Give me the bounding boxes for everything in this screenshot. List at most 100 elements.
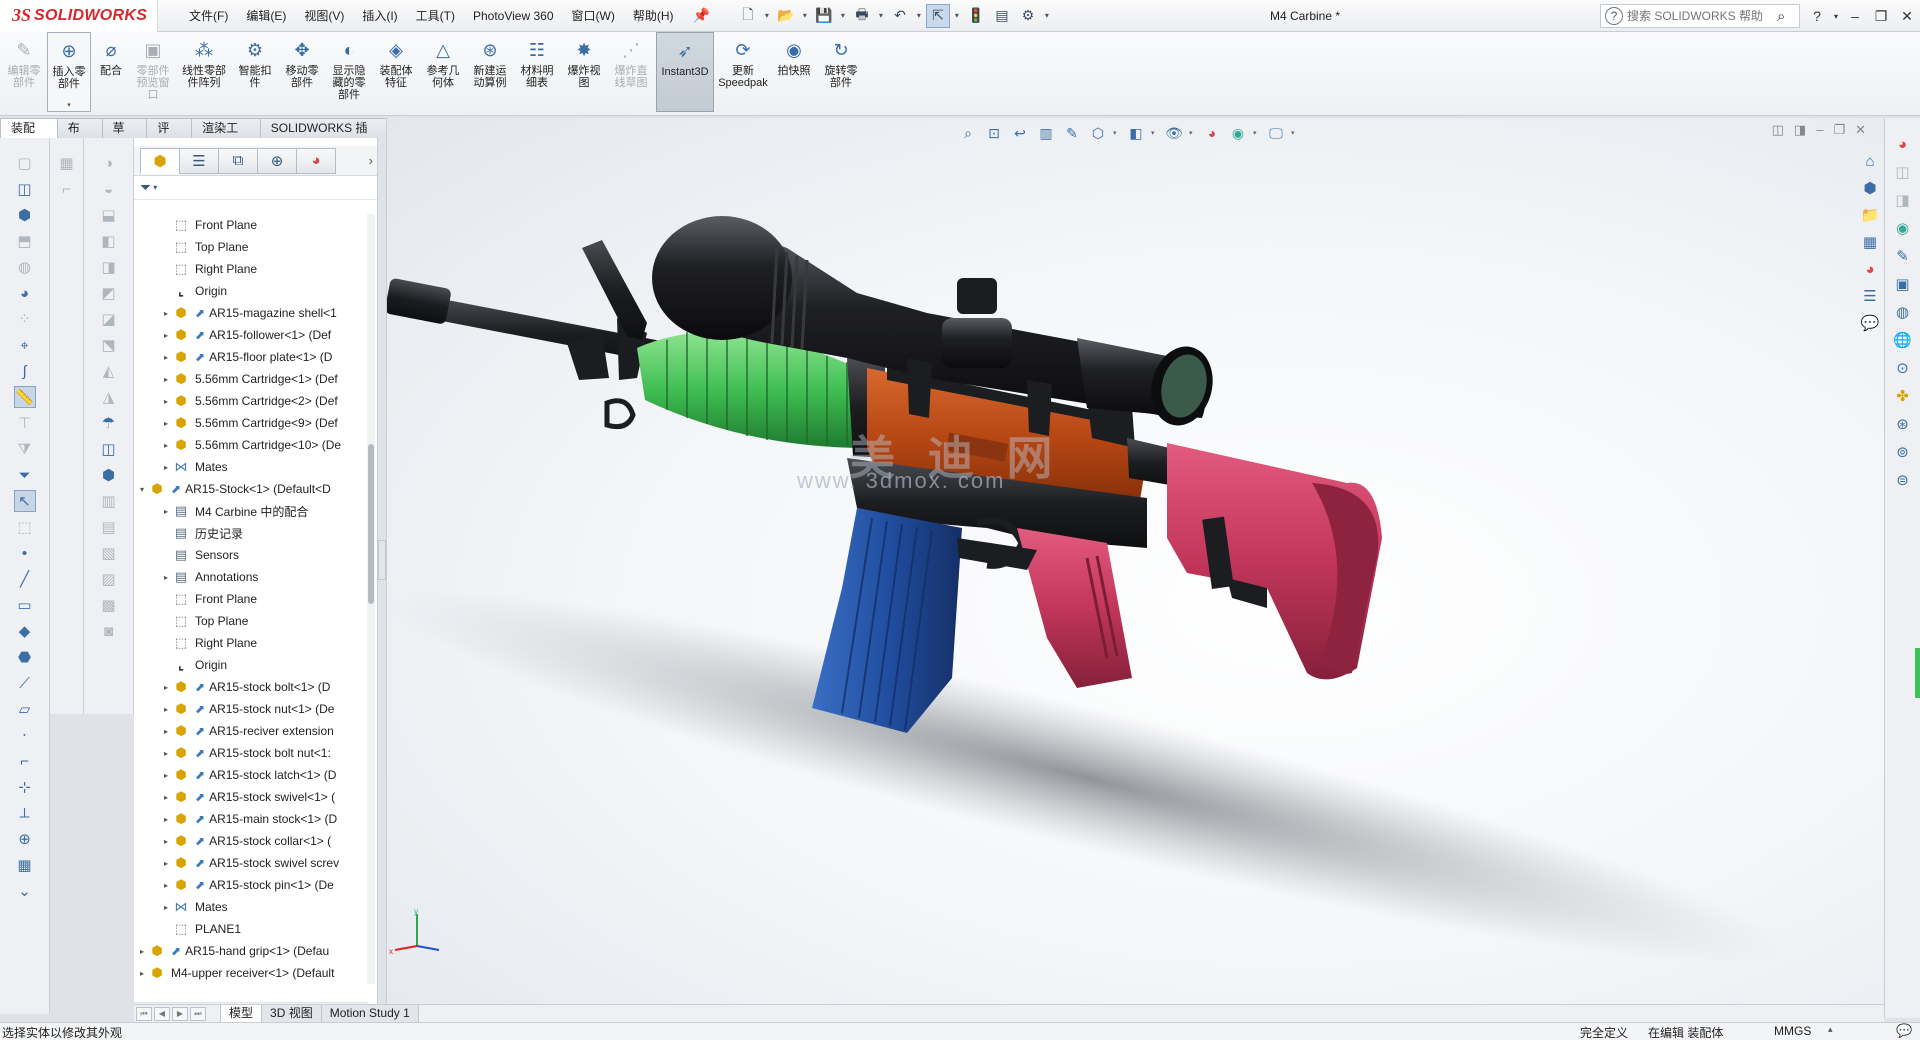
tree-expander-icon[interactable]: ▾ bbox=[136, 485, 148, 494]
feature-icon-14[interactable]: ▥ bbox=[98, 490, 120, 512]
component-icon[interactable]: ◫ bbox=[14, 178, 36, 200]
panel-splitter[interactable] bbox=[378, 540, 386, 580]
hide-show-dropdown-icon[interactable]: ▾ bbox=[1189, 122, 1197, 144]
undo-icon[interactable]: ↶ bbox=[888, 4, 912, 28]
step-icon[interactable]: ⌐ bbox=[56, 178, 78, 200]
apply-scene-icon[interactable]: ◉ bbox=[1227, 122, 1249, 144]
vertex-icon[interactable]: ⋅ bbox=[14, 724, 36, 746]
tree-node[interactable]: ▸ ⬢ ⬈ AR15-stock nut<1> (De bbox=[160, 698, 334, 720]
options-dropdown-icon[interactable]: ▾ bbox=[1042, 11, 1052, 20]
edit-appearance-icon[interactable]: ◕ bbox=[1201, 122, 1223, 144]
save-dropdown-icon[interactable]: ▾ bbox=[838, 11, 848, 20]
face-icon[interactable]: ◆ bbox=[14, 620, 36, 642]
extrude-icon[interactable]: ⬒ bbox=[14, 230, 36, 252]
tree-expander-icon[interactable]: ▸ bbox=[136, 947, 148, 956]
rebuild-icon[interactable]: 🚦 bbox=[964, 4, 988, 28]
plane-icon[interactable]: ▱ bbox=[14, 698, 36, 720]
tab-3d-views[interactable]: 3D 视图 bbox=[261, 1004, 322, 1023]
tree-node[interactable]: ▸ ⬢ 5.56mm Cartridge<9> (Def bbox=[160, 412, 338, 434]
feature-icon-3[interactable]: ⬓ bbox=[98, 204, 120, 226]
tree-node[interactable]: ▾ ⬢ ⬈ AR15-Stock<1> (Default<D bbox=[136, 478, 331, 500]
tree-node[interactable]: ▸ ▤ Annotations bbox=[160, 566, 258, 588]
tree-expander-icon[interactable]: ▸ bbox=[160, 815, 172, 824]
prev-tab-icon[interactable]: ◀ bbox=[154, 1006, 170, 1021]
cmd-button-7[interactable]: ◐ 显示隐 藏的零 部件 bbox=[327, 32, 371, 112]
filter-dropdown-icon[interactable]: ▾ bbox=[153, 183, 157, 192]
umbrella-icon[interactable]: ☂ bbox=[98, 412, 120, 434]
tree-node[interactable]: ▸ ⬢ ⬈ AR15-stock latch<1> (D bbox=[160, 764, 336, 786]
zoom-to-area-icon[interactable]: ⊡ bbox=[983, 122, 1005, 144]
tree-node[interactable]: ▸ ⬢ ⬈ AR15-stock pin<1> (De bbox=[160, 874, 334, 896]
insert-components-dropdown-icon[interactable]: ▾ bbox=[67, 101, 71, 109]
zoom-to-fit-icon[interactable]: ⌕ bbox=[957, 122, 979, 144]
tree-expander-icon[interactable]: ▸ bbox=[160, 881, 172, 890]
menu-tools[interactable]: 工具(T) bbox=[407, 0, 464, 32]
status-units[interactable]: MMGS bbox=[1774, 1024, 1811, 1038]
feature-icon-2[interactable]: ◒ bbox=[98, 178, 120, 200]
command-tab-4[interactable]: 渲染工具 bbox=[191, 118, 261, 154]
tree-node[interactable]: ⬚ Right Plane bbox=[160, 632, 257, 654]
command-tab-0[interactable]: 装配体 bbox=[0, 118, 58, 154]
property-manager-tab-icon[interactable]: ☰ bbox=[179, 147, 219, 174]
menu-file[interactable]: 文件(F) bbox=[180, 0, 237, 32]
grid-icon[interactable]: ▦ bbox=[56, 152, 78, 174]
tab-model[interactable]: 模型 bbox=[220, 1004, 263, 1023]
tree-node[interactable]: ▸ ⬢ 5.56mm Cartridge<10> (De bbox=[160, 434, 341, 456]
solidworks-logo[interactable]: 3S SOLIDWORKS bbox=[0, 0, 158, 32]
tree-expander-icon[interactable]: ▸ bbox=[160, 683, 172, 692]
help-dropdown-icon[interactable]: ▾ bbox=[1830, 12, 1842, 21]
ruler-icon[interactable]: 📏 bbox=[13, 386, 36, 408]
edge-icon[interactable]: ⌐ bbox=[14, 750, 36, 772]
tree-node[interactable]: ⬚ Front Plane bbox=[160, 214, 257, 236]
tree-expander-icon[interactable]: ▸ bbox=[160, 507, 172, 516]
tree-expander-icon[interactable]: ▸ bbox=[160, 463, 172, 472]
sketch-icon[interactable]: ▢ bbox=[14, 152, 36, 174]
tree-expander-icon[interactable]: ▸ bbox=[160, 375, 172, 384]
revolve-icon[interactable]: ◍ bbox=[14, 256, 36, 278]
tree-node[interactable]: ▸ ⬢ ⬈ AR15-stock bolt nut<1: bbox=[160, 742, 331, 764]
view-settings-icon[interactable]: 🖵 bbox=[1265, 122, 1287, 144]
reference-icon[interactable]: ⌖ bbox=[14, 334, 36, 356]
feature-icon-4[interactable]: ◧ bbox=[98, 230, 120, 252]
cmd-button-5[interactable]: ⚙ 智能扣 件 bbox=[233, 32, 277, 112]
tree-filter[interactable]: ⏷ ▾ bbox=[134, 176, 377, 200]
tree-scroll-thumb[interactable] bbox=[368, 444, 374, 604]
cmd-button-2[interactable]: ⌀ 配合 bbox=[94, 32, 128, 112]
tree-expander-icon[interactable]: ▸ bbox=[160, 309, 172, 318]
tree-node[interactable]: ⌞ Origin bbox=[160, 280, 227, 302]
viewport-restore-icon[interactable]: ❐ bbox=[1833, 122, 1845, 138]
cmd-button-9[interactable]: △ 参考几 何体 bbox=[421, 32, 465, 112]
display-style-dropdown-icon[interactable]: ▾ bbox=[1151, 122, 1159, 144]
tree-expander-icon[interactable]: ▸ bbox=[160, 859, 172, 868]
solidworks-resources-icon[interactable]: ◕ bbox=[1891, 132, 1915, 156]
feature-icon-8[interactable]: ⬔ bbox=[98, 334, 120, 356]
tree-node[interactable]: ▸ ⬢ ⬈ AR15-hand grip<1> (Defau bbox=[136, 940, 329, 962]
home-icon[interactable]: ⌂ bbox=[1859, 150, 1881, 172]
target-icon[interactable]: ⊕ bbox=[14, 828, 36, 850]
coord-icon[interactable]: ⊹ bbox=[14, 776, 36, 798]
point-icon[interactable]: • bbox=[14, 542, 36, 564]
help-search-input[interactable] bbox=[1627, 9, 1777, 23]
search-resources-icon[interactable]: ⊙ bbox=[1891, 356, 1915, 380]
help-question-icon[interactable]: ? bbox=[1605, 7, 1623, 25]
feature-manager-tab-icon[interactable]: ⬢ bbox=[140, 147, 180, 174]
tree-expander-icon[interactable]: ▸ bbox=[160, 441, 172, 450]
hide-show-items-icon[interactable]: 👁 bbox=[1163, 122, 1185, 144]
feature-icon-19[interactable]: ◙ bbox=[98, 620, 120, 642]
tree-node[interactable]: ▸ ⬢ ⬈ AR15-floor plate<1> (D bbox=[160, 346, 332, 368]
select-dropdown-icon[interactable]: ▾ bbox=[952, 11, 962, 20]
tree-node[interactable]: ▸ ⬢ ⬈ AR15-stock collar<1> ( bbox=[160, 830, 331, 852]
menu-view[interactable]: 视图(V) bbox=[295, 0, 353, 32]
tree-expander-icon[interactable]: ▸ bbox=[136, 969, 148, 978]
menu-window[interactable]: 窗口(W) bbox=[563, 0, 624, 32]
file-properties-icon[interactable]: ▤ bbox=[990, 4, 1014, 28]
tree-node[interactable]: ▸ ⬢ M4-upper receiver<1> (Default bbox=[136, 962, 334, 984]
rectangle-icon[interactable]: ▭ bbox=[14, 594, 36, 616]
tree-expander-icon[interactable]: ▸ bbox=[160, 419, 172, 428]
tree-node[interactable]: ▸ ⬢ ⬈ AR15-stock swivel screv bbox=[160, 852, 339, 874]
feature-icon-13[interactable]: ⬢ bbox=[98, 464, 120, 486]
feature-icon-10[interactable]: ◮ bbox=[98, 386, 120, 408]
command-tab-5[interactable]: SOLIDWORKS 插件 bbox=[259, 118, 390, 154]
section-view-icon[interactable]: ▥ bbox=[1035, 122, 1057, 144]
chevron-right-icon[interactable]: › bbox=[369, 153, 373, 168]
